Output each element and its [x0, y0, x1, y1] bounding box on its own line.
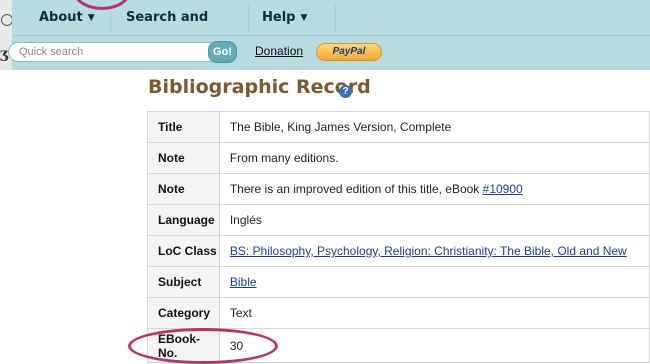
- row-value-language: Inglés: [218, 204, 650, 236]
- table-row: LoC Class BS: Philosophy, Psychology, Re…: [147, 235, 650, 267]
- row-value-loc-class: BS: Philosophy, Psychology, Religion: Ch…: [218, 235, 650, 267]
- row-value-ebook-no: 30: [218, 328, 650, 363]
- nav-divider: [335, 4, 336, 32]
- nav-help[interactable]: Help ▼: [240, 0, 330, 35]
- donation-link[interactable]: Donation: [255, 44, 303, 58]
- table-row: Note There is an improved edition of thi…: [147, 173, 650, 205]
- row-label-language: Language: [147, 204, 220, 236]
- loc-class-link[interactable]: BS: Philosophy, Psychology, Religion: Ch…: [230, 244, 627, 258]
- nav-help-label: Help: [262, 10, 296, 25]
- subject-link[interactable]: Bible: [230, 275, 257, 289]
- page-title: Bibliographic Record: [148, 76, 371, 98]
- go-button[interactable]: Go!: [208, 41, 237, 63]
- row-label-subject: Subject: [147, 266, 220, 298]
- row-value-category: Text: [218, 297, 650, 329]
- help-icon[interactable]: ?: [339, 85, 352, 98]
- row-value-subject: Bible: [218, 266, 650, 298]
- table-row: Note From many editions.: [147, 142, 650, 174]
- row-value-note: From many editions.: [218, 142, 650, 174]
- row-label-loc-class: LoC Class: [147, 235, 220, 267]
- note-text: There is an improved edition of this tit…: [229, 182, 483, 196]
- search-bar: Quick search Go! Donation PayPal: [8, 36, 650, 70]
- quick-search-input[interactable]: Quick search: [8, 42, 221, 62]
- chevron-down-icon: ▼: [87, 13, 95, 23]
- row-value-title: The Bible, King James Version, Complete: [218, 111, 650, 143]
- row-label-title: Title: [147, 111, 220, 143]
- highlight-circle: [128, 328, 278, 364]
- chevron-down-icon: ▼: [300, 13, 308, 23]
- logo-letter-glyph: ʒ: [0, 46, 8, 62]
- paypal-button[interactable]: PayPal: [316, 43, 382, 61]
- ebook-link[interactable]: #10900: [483, 182, 523, 196]
- nav-about-label: About: [39, 10, 83, 25]
- row-label-note: Note: [147, 142, 220, 174]
- table-row: Language Inglés: [147, 204, 650, 236]
- table-row: Category Text: [147, 297, 650, 329]
- table-row: Subject Bible: [147, 266, 650, 298]
- row-value-note-2: There is an improved edition of this tit…: [218, 173, 650, 205]
- table-row: Title The Bible, King James Version, Com…: [147, 111, 650, 143]
- row-label-note-2: Note: [147, 173, 220, 205]
- bibliographic-record-table: Title The Bible, King James Version, Com…: [147, 111, 650, 363]
- row-label-category: Category: [147, 297, 220, 329]
